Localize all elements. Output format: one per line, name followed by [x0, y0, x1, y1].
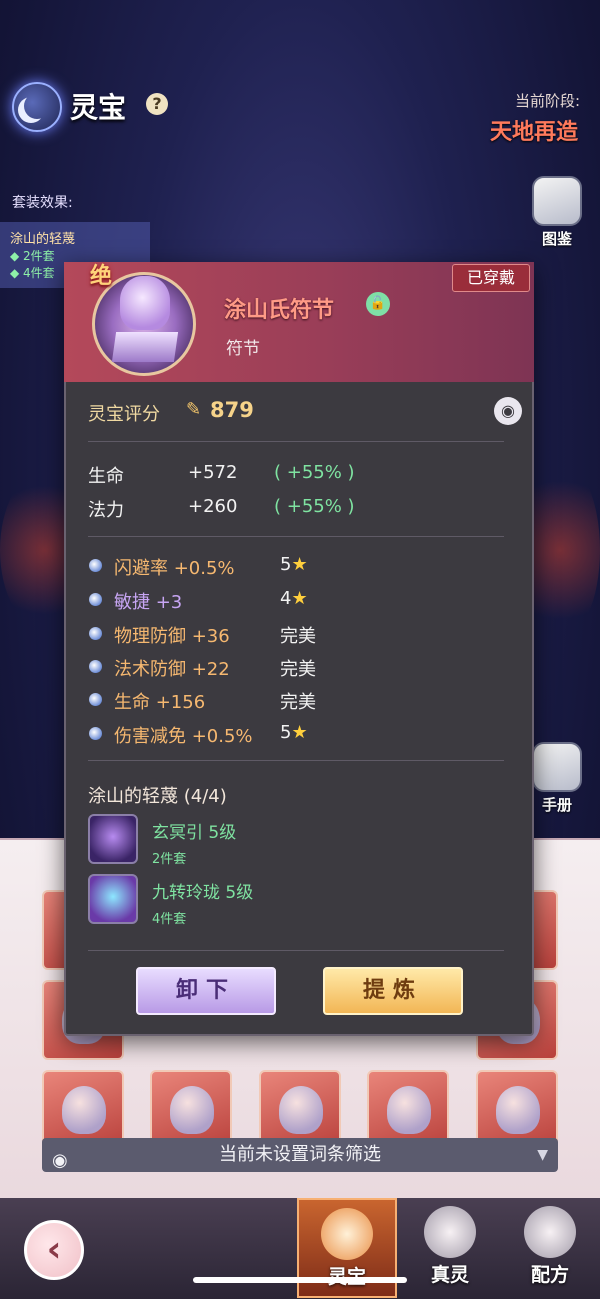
set-name: 涂山的轻蔑 (4/4) [88, 786, 227, 807]
unlock-icon[interactable]: 🔓 [366, 292, 390, 316]
affix-filter-bar[interactable]: ◉ 当前未设置词条筛选 ▼ [42, 1138, 558, 1172]
lingbao-icon [321, 1208, 373, 1260]
grade-badge: 绝 [90, 264, 113, 289]
affix-rank: 4★ [280, 588, 308, 609]
stat-percent: ( +55% ) [274, 496, 355, 517]
item-name: 涂山氏符节 [224, 298, 335, 323]
affix-text: 法术防御 +22 [114, 659, 230, 680]
help-icon[interactable]: ? [146, 93, 168, 115]
manual-label: 手册 [541, 796, 572, 814]
affix-rank: 完美 [280, 659, 316, 680]
codex-button[interactable]: 图鉴 [526, 176, 588, 249]
xuanming-yin-icon[interactable] [88, 814, 138, 864]
affix-text: 敏捷 +3 [114, 592, 183, 613]
set-item-name: 玄冥引 5级 [152, 823, 237, 843]
jiuzhuan-linglong-icon[interactable] [88, 874, 138, 924]
set-item-sub: 4件套 [152, 912, 187, 927]
star-icon: ★ [291, 722, 308, 743]
stage-value: 天地再造 [489, 120, 578, 145]
stat-value: +260 [188, 496, 238, 517]
set-effect-name: 涂山的轻蔑 [10, 232, 76, 247]
affix-rank: 完美 [280, 692, 316, 713]
tab-label: 真灵 [430, 1264, 469, 1286]
item-type: 符节 [226, 339, 260, 359]
peifang-icon [524, 1206, 576, 1258]
eye-icon: ◉ [52, 1150, 68, 1171]
unequip-button[interactable]: 卸下 [136, 967, 276, 1015]
star-icon: ★ [291, 554, 308, 575]
home-indicator[interactable] [193, 1277, 407, 1283]
affix-text: 生命 +156 [114, 692, 206, 713]
star-icon: ★ [291, 588, 308, 609]
zhenling-icon [424, 1206, 476, 1258]
set-item-sub: 2件套 [152, 852, 187, 867]
set-effect-title: 套装效果: [12, 195, 73, 211]
tab-zhenling[interactable]: 真灵 [400, 1198, 500, 1298]
set-item-name: 九转玲珑 5级 [152, 883, 254, 903]
manual-book-icon [532, 742, 582, 792]
stat-name: 法力 [88, 500, 124, 521]
affix-rank: 5★ [280, 554, 308, 575]
tab-lingbao[interactable]: 灵宝 [297, 1198, 397, 1298]
affix-text: 物理防御 +36 [114, 626, 230, 647]
tab-label: 配方 [530, 1264, 569, 1286]
codex-label: 图鉴 [541, 230, 572, 248]
page-title: 灵宝 [70, 91, 127, 124]
refine-button[interactable]: 提炼 [323, 967, 463, 1015]
chevron-down-icon: ▼ [537, 1147, 548, 1163]
stat-name: 生命 [88, 466, 124, 487]
equipped-badge: 已穿戴 [452, 264, 530, 292]
divider [88, 441, 504, 442]
filter-label: 当前未设置词条筛选 [219, 1144, 381, 1165]
score-value: 879 [210, 398, 254, 422]
affix-rank: 5★ [280, 722, 308, 743]
manual-button[interactable]: 手册 [526, 742, 588, 815]
quill-icon: ✎ [186, 399, 202, 420]
divider [88, 536, 504, 537]
score-label: 灵宝评分 [88, 404, 160, 425]
tab-peifang[interactable]: 配方 [500, 1198, 600, 1298]
divider [88, 950, 504, 951]
affix-dot-icon [89, 559, 102, 572]
affix-dot-icon [89, 660, 102, 673]
stage-label: 当前阶段: [514, 92, 580, 110]
stat-value: +572 [188, 462, 238, 483]
moon-icon [12, 82, 62, 132]
stat-percent: ( +55% ) [274, 462, 355, 483]
book-stack-icon [532, 176, 582, 226]
affix-text: 闪避率 +0.5% [114, 558, 235, 579]
affix-text: 伤害减免 +0.5% [114, 726, 253, 747]
eye-icon[interactable]: ◉ [494, 397, 522, 425]
affix-rank: 完美 [280, 626, 316, 647]
affix-dot-icon [89, 693, 102, 706]
affix-dot-icon [89, 593, 102, 606]
affix-dot-icon [89, 627, 102, 640]
divider [88, 760, 504, 761]
affix-dot-icon [89, 727, 102, 740]
back-button[interactable]: ‹ [24, 1220, 84, 1280]
